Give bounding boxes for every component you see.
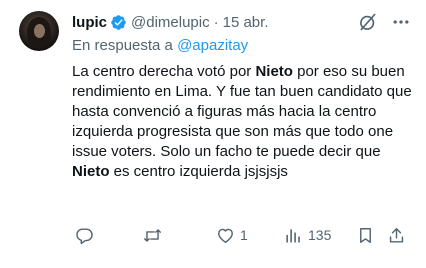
grok-icon[interactable] xyxy=(358,12,378,32)
verified-badge-icon xyxy=(111,14,126,30)
reply-mention-link[interactable]: @apazitay xyxy=(177,37,248,54)
tweet-text: La centro derecha votó por Nieto por eso… xyxy=(72,62,412,182)
tweet-header: lupic @dimelupic · 15 abr. xyxy=(72,12,268,32)
display-name[interactable]: lupic xyxy=(72,14,107,31)
action-bar: 1 135 xyxy=(72,224,412,246)
text-bold: Nieto xyxy=(255,63,293,80)
text-segment: es centro izquierda jsjsjsjs xyxy=(109,163,288,180)
tweet-card[interactable]: lupic @dimelupic · 15 abr. En respuesta … xyxy=(0,0,426,268)
share-button[interactable] xyxy=(387,224,406,246)
avatar-face xyxy=(34,24,45,38)
separator-dot: · xyxy=(213,13,219,31)
tweet-date[interactable]: 15 abr. xyxy=(223,14,269,31)
retweet-button[interactable] xyxy=(143,224,162,246)
views-button[interactable]: 135 xyxy=(284,224,331,246)
reply-prefix: En respuesta a xyxy=(72,37,178,54)
bookmark-icon xyxy=(360,227,371,243)
views-chart-icon xyxy=(286,228,300,243)
more-options-icon[interactable] xyxy=(391,12,411,32)
text-bold: Nieto xyxy=(72,163,110,180)
like-count: 1 xyxy=(240,227,248,243)
author-handle[interactable]: @dimelupic xyxy=(131,14,210,31)
reply-button[interactable] xyxy=(75,224,94,246)
share-icon xyxy=(389,227,404,243)
bookmark-button[interactable] xyxy=(356,224,375,246)
retweet-icon xyxy=(144,228,161,242)
text-segment: La centro derecha votó por xyxy=(72,63,256,80)
heart-icon xyxy=(218,228,233,243)
like-button[interactable]: 1 xyxy=(216,224,248,246)
views-count: 135 xyxy=(308,227,332,243)
reply-context: En respuesta a @apazitay xyxy=(72,37,248,54)
reply-icon xyxy=(76,227,93,244)
avatar[interactable] xyxy=(19,11,59,51)
